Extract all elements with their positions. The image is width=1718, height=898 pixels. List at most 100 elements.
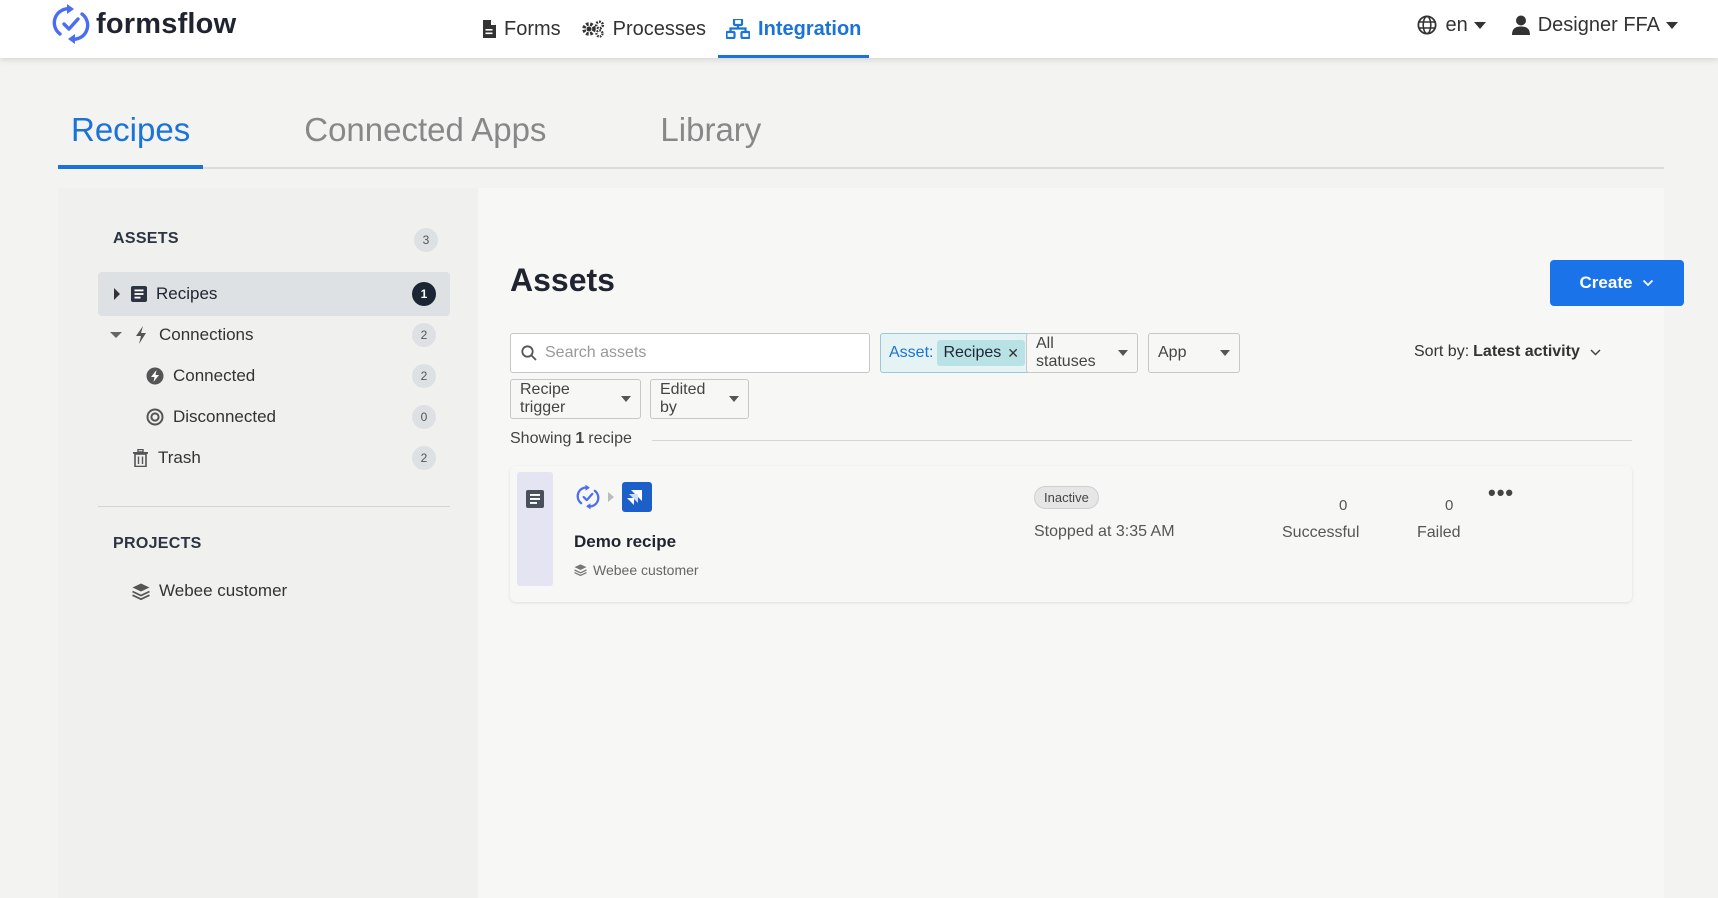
create-button[interactable]: Create: [1550, 260, 1684, 306]
sidebar-item-project[interactable]: Webee customer: [98, 569, 450, 613]
connections-count-badge: 2: [412, 323, 436, 347]
file-icon: [483, 20, 496, 38]
recipe-app-icons: [576, 482, 652, 512]
sidebar-item-disconnected[interactable]: Disconnected 0: [98, 395, 450, 439]
user-name: Designer FFA: [1537, 13, 1660, 36]
recipe-trigger-filter[interactable]: Recipe trigger: [510, 379, 641, 419]
app-filter[interactable]: App: [1148, 333, 1240, 373]
recipe-project-label: Webee customer: [593, 562, 699, 578]
layers-icon: [574, 564, 587, 576]
recipe-project: Webee customer: [574, 562, 699, 578]
nav-integration-label: Integration: [758, 17, 862, 40]
successful-label: Successful: [1282, 524, 1360, 541]
gears-icon: [581, 20, 604, 38]
brand[interactable]: formsflow: [52, 3, 236, 45]
asset-filter-chip: Recipes ✕: [937, 340, 1026, 366]
sitemap-icon: [726, 19, 751, 39]
bolt-icon: [136, 326, 146, 344]
assets-count-badge: 3: [414, 228, 438, 252]
recipe-card[interactable]: Demo recipe Webee customer Inactive Stop…: [510, 466, 1632, 602]
sidebar-item-label: Recipes: [156, 284, 218, 303]
showing-prefix: Showing: [510, 430, 572, 447]
main-nav: Forms Processes Integration: [474, 0, 873, 58]
caret-down-icon: [1118, 350, 1128, 356]
nav-processes[interactable]: Processes: [573, 0, 714, 58]
nav-integration[interactable]: Integration: [718, 0, 870, 58]
failed-count: 0: [1445, 497, 1454, 514]
results-divider: [652, 440, 1632, 441]
sidebar-item-label: Trash: [158, 448, 201, 467]
recipe-type-strip: [517, 472, 553, 586]
assets-heading: ASSETS: [113, 230, 179, 247]
tab-connected-apps[interactable]: Connected Apps: [291, 96, 559, 169]
more-options-icon[interactable]: •••: [1488, 480, 1514, 506]
search-input[interactable]: [545, 344, 845, 362]
asset-filter-prefix: Asset:: [889, 344, 934, 361]
assets-main: Assets Create Asset: Recipes ✕ All statu…: [478, 188, 1684, 898]
search-icon: [521, 345, 537, 361]
edited-by-filter[interactable]: Edited by: [650, 379, 749, 419]
status-badge: Inactive: [1034, 486, 1099, 509]
create-button-label: Create: [1579, 273, 1633, 292]
project-label: Webee customer: [159, 581, 288, 600]
language-label: en: [1445, 13, 1468, 36]
top-navbar: formsflow Forms Processes Integration en…: [0, 0, 1718, 58]
user-dropdown[interactable]: Designer FFA: [1511, 13, 1678, 37]
status-filter[interactable]: All statuses: [1026, 333, 1138, 373]
edited-by-filter-label: Edited by: [660, 381, 706, 416]
search-box: [510, 333, 870, 373]
showing-suffix: recipe: [588, 430, 632, 447]
tab-recipes[interactable]: Recipes: [58, 96, 204, 169]
successful-count: 0: [1339, 497, 1348, 514]
page-title: Assets: [510, 262, 615, 298]
nav-forms-label: Forms: [504, 17, 561, 40]
caret-right-icon: [114, 288, 120, 300]
asset-type-filter[interactable]: Asset: Recipes ✕: [880, 333, 1031, 373]
close-icon[interactable]: ✕: [1007, 345, 1019, 362]
sidebar-item-connections[interactable]: Connections 2: [98, 313, 450, 357]
sort-value: Latest activity: [1473, 343, 1580, 360]
disconnected-icon: [146, 408, 164, 426]
trash-count-badge: 2: [412, 446, 436, 470]
chevron-down-icon: [1590, 348, 1601, 356]
asset-filter-value: Recipes: [943, 344, 1002, 361]
workbench: ASSETS 3 Recipes 1 Connections 2 Connect…: [58, 188, 1684, 898]
formsflow-logo-icon: [52, 4, 90, 44]
disconnected-count-badge: 0: [412, 405, 436, 429]
caret-down-icon: [1220, 350, 1230, 356]
nav-right: en Designer FFA: [1391, 0, 1678, 50]
language-dropdown[interactable]: en: [1417, 13, 1486, 37]
projects-heading: PROJECTS: [113, 535, 202, 552]
caret-down-icon: [621, 396, 631, 402]
layers-icon: [132, 583, 150, 600]
connector-app-icon: [622, 482, 652, 512]
nav-forms[interactable]: Forms: [474, 0, 569, 58]
globe-icon: [1417, 15, 1437, 35]
caret-down-icon: [110, 332, 122, 338]
trash-icon: [133, 449, 148, 467]
trigger-filter-label: Recipe trigger: [520, 381, 570, 416]
tab-library[interactable]: Library: [647, 96, 774, 169]
sidebar-item-label: Disconnected: [173, 407, 277, 426]
recipe-stopped-time: Stopped at 3:35 AM: [1034, 523, 1175, 540]
recipe-list-icon: [131, 286, 147, 302]
sidebar-item-recipes[interactable]: Recipes 1: [98, 272, 450, 316]
status-filter-label: All statuses: [1036, 335, 1096, 370]
page-tabs: Recipes Connected Apps Library: [58, 96, 1664, 169]
sidebar-item-connected[interactable]: Connected 2: [98, 354, 450, 398]
recipe-name[interactable]: Demo recipe: [574, 532, 676, 552]
assets-sidebar: ASSETS 3 Recipes 1 Connections 2 Connect…: [58, 188, 478, 898]
recipe-list-icon: [526, 490, 544, 508]
sidebar-divider: [98, 506, 450, 507]
connected-count-badge: 2: [412, 364, 436, 388]
sidebar-item-trash[interactable]: Trash 2: [98, 436, 450, 480]
chevron-down-icon: [1473, 21, 1486, 29]
results-count: Showing 1 recipe: [510, 430, 632, 448]
sort-prefix: Sort by:: [1414, 343, 1470, 360]
recipes-count-badge: 1: [412, 282, 436, 306]
user-icon: [1511, 15, 1530, 35]
formsflow-app-icon: [576, 484, 600, 510]
sidebar-item-label: Connections: [159, 325, 254, 344]
app-filter-label: App: [1158, 344, 1187, 361]
sort-dropdown[interactable]: Sort by: Latest activity: [1414, 343, 1601, 361]
